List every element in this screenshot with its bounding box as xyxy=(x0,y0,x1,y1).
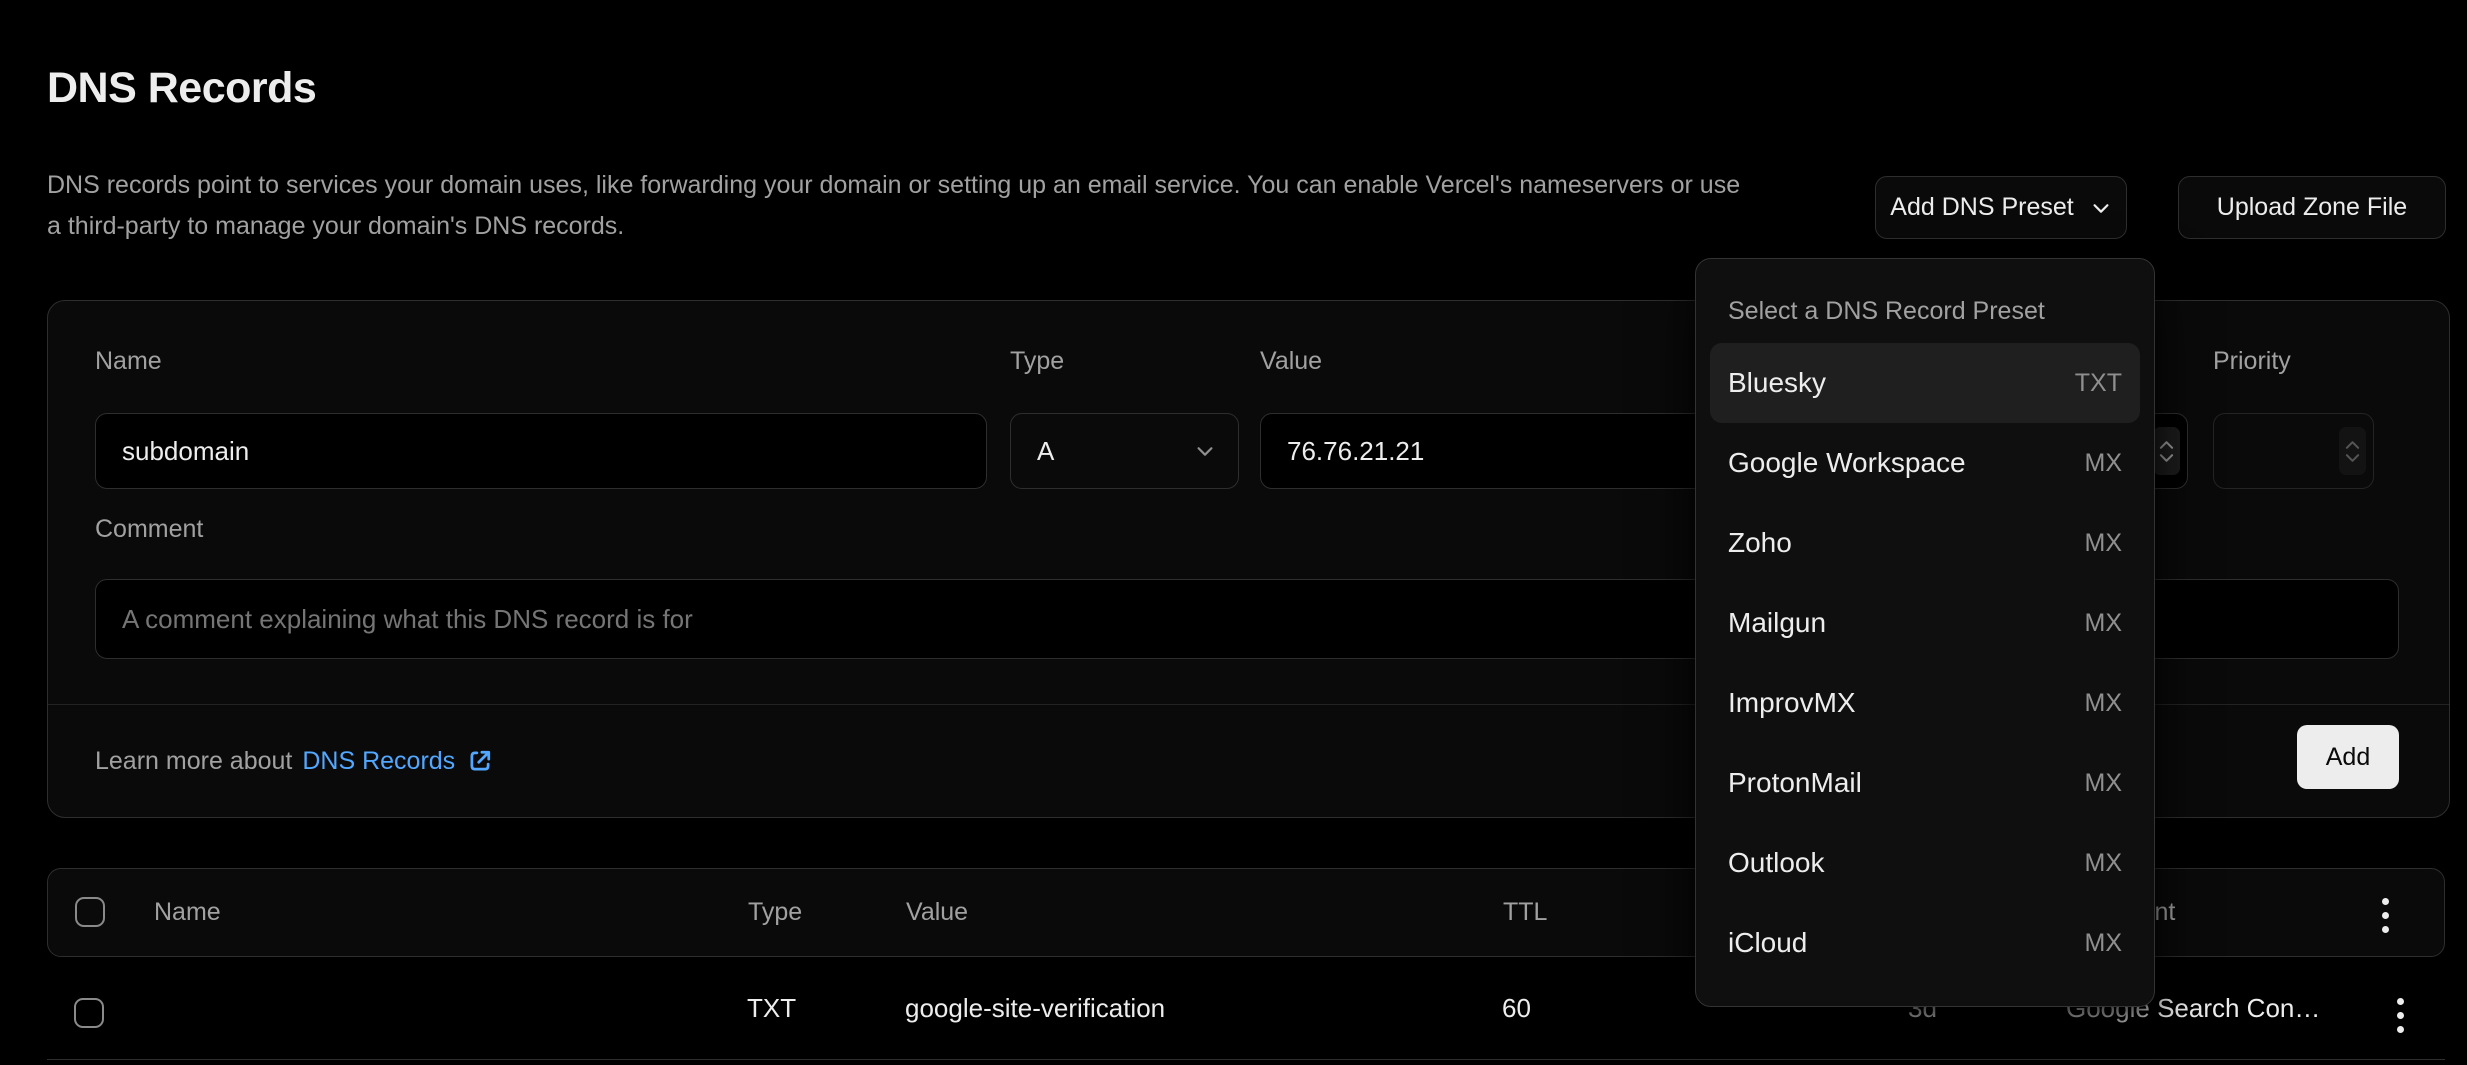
dns-records-link[interactable]: DNS Records xyxy=(302,746,495,776)
column-header-type: Type xyxy=(748,869,802,956)
chevron-down-icon xyxy=(1194,440,1216,462)
preset-item-name: iCloud xyxy=(1728,927,1807,959)
learn-more-text: Learn more about DNS Records xyxy=(95,746,495,776)
kebab-icon xyxy=(2397,998,2404,1005)
dns-preset-menu: Select a DNS Record Preset Bluesky TXT G… xyxy=(1695,258,2155,1007)
dns-records-link-label: DNS Records xyxy=(302,747,455,776)
preset-menu-item-zoho[interactable]: Zoho MX xyxy=(1710,503,2140,583)
column-header-value: Value xyxy=(906,869,968,956)
preset-item-type: MX xyxy=(2085,849,2123,878)
preset-menu-heading: Select a DNS Record Preset xyxy=(1710,273,2140,343)
upload-zone-file-label: Upload Zone File xyxy=(2217,193,2407,222)
kebab-icon xyxy=(2382,898,2389,905)
preset-menu-item-protonmail[interactable]: ProtonMail MX xyxy=(1710,743,2140,823)
add-dns-preset-button[interactable]: Add DNS Preset xyxy=(1875,176,2127,239)
number-stepper-icon xyxy=(2339,427,2366,475)
learn-more-prefix: Learn more about xyxy=(95,747,292,776)
upload-zone-file-button[interactable]: Upload Zone File xyxy=(2178,176,2446,239)
preset-item-name: Bluesky xyxy=(1728,367,1826,399)
preset-menu-item-google-workspace[interactable]: Google Workspace MX xyxy=(1710,423,2140,503)
preset-menu-item-improvmx[interactable]: ImprovMX MX xyxy=(1710,663,2140,743)
preset-item-type: TXT xyxy=(2075,369,2122,398)
preset-item-type: MX xyxy=(2085,929,2123,958)
preset-item-name: Google Workspace xyxy=(1728,447,1966,479)
name-input[interactable] xyxy=(95,413,987,489)
row-options-button[interactable] xyxy=(2391,992,2410,1039)
preset-item-name: ImprovMX xyxy=(1728,687,1856,719)
type-label: Type xyxy=(1010,347,1064,376)
dns-records-page: DNS Records DNS records point to service… xyxy=(0,0,2467,1065)
type-select-value: A xyxy=(1037,436,1054,467)
row-separator xyxy=(47,1059,2445,1060)
preset-item-type: MX xyxy=(2085,769,2123,798)
page-title: DNS Records xyxy=(47,64,316,113)
page-description: DNS records point to services your domai… xyxy=(47,165,1757,247)
preset-item-type: MX xyxy=(2085,529,2123,558)
external-link-icon xyxy=(465,746,495,776)
table-options-button[interactable] xyxy=(2376,892,2395,939)
value-label: Value xyxy=(1260,347,1322,376)
chevron-down-icon xyxy=(2090,197,2112,219)
name-label: Name xyxy=(95,347,162,376)
column-header-name: Name xyxy=(154,869,221,956)
preset-item-type: MX xyxy=(2085,689,2123,718)
preset-menu-item-bluesky[interactable]: Bluesky TXT xyxy=(1710,343,2140,423)
select-all-checkbox[interactable] xyxy=(75,897,105,927)
preset-item-name: Zoho xyxy=(1728,527,1792,559)
row-checkbox[interactable] xyxy=(74,998,104,1028)
preset-item-name: Mailgun xyxy=(1728,607,1826,639)
comment-label: Comment xyxy=(95,515,203,544)
cell-ttl: 60 xyxy=(1502,957,1531,1060)
column-header-ttl: TTL xyxy=(1503,869,1547,956)
priority-label: Priority xyxy=(2213,347,2291,376)
preset-item-type: MX xyxy=(2085,449,2123,478)
cell-value: google-site-verification xyxy=(905,957,1165,1060)
type-select[interactable]: A xyxy=(1010,413,1239,489)
number-stepper-icon[interactable] xyxy=(2153,427,2180,475)
preset-menu-item-icloud[interactable]: iCloud MX xyxy=(1710,903,2140,983)
preset-item-name: ProtonMail xyxy=(1728,767,1862,799)
preset-menu-item-outlook[interactable]: Outlook MX xyxy=(1710,823,2140,903)
cell-type: TXT xyxy=(747,957,796,1060)
add-record-button[interactable]: Add xyxy=(2297,725,2399,789)
add-dns-preset-label: Add DNS Preset xyxy=(1890,193,2073,222)
preset-menu-item-mailgun[interactable]: Mailgun MX xyxy=(1710,583,2140,663)
preset-item-type: MX xyxy=(2085,609,2123,638)
preset-item-name: Outlook xyxy=(1728,847,1825,879)
